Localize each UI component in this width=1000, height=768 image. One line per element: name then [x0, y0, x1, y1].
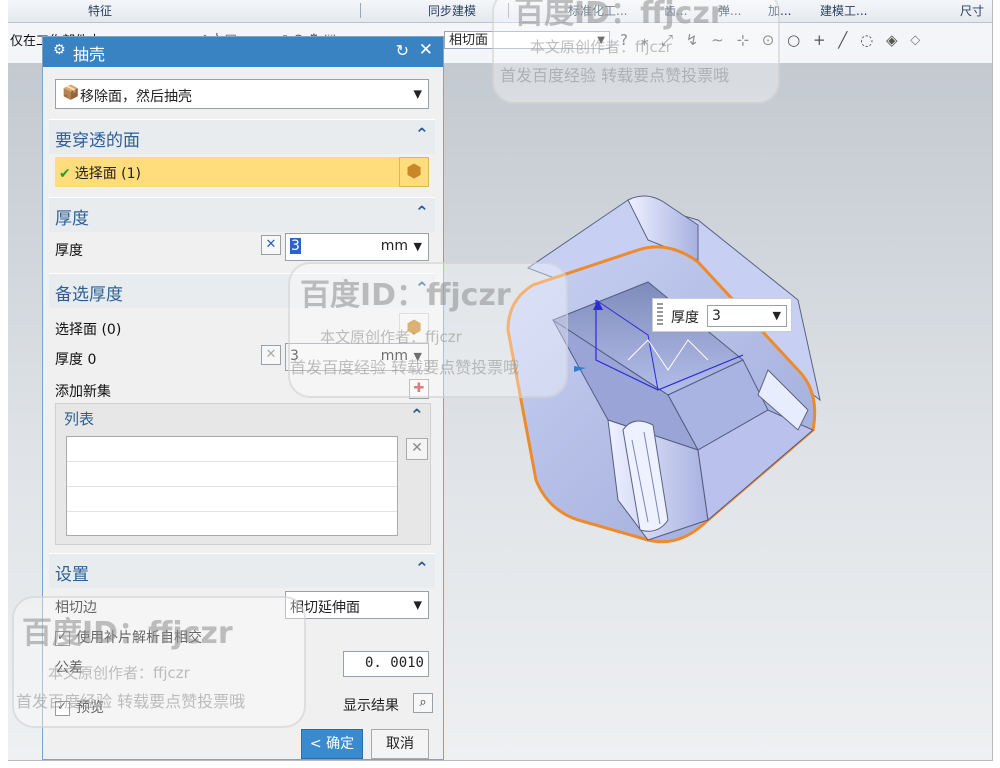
watermark-promo: 首发百度经验 转载要点赞投票哦 — [16, 692, 246, 711]
ribbon-group-dimension[interactable]: 尺寸 — [960, 2, 984, 19]
popup-thickness-label: 厚度 — [671, 310, 699, 326]
section-faces-header[interactable]: 要穿透的面 ⌃ — [49, 119, 435, 154]
chevron-down-icon: ▼ — [772, 309, 781, 322]
tolerance-value: 0. 0010 — [364, 655, 424, 671]
shell-type-icon: 📦 — [62, 85, 80, 101]
shell-type-value: 移除面，然后抽壳 — [80, 89, 192, 105]
select-face-label: 选择面 (1) — [74, 166, 142, 182]
add-new-set-label: 添加新集 — [55, 384, 111, 400]
list-panel: 列表 ⌃ ✕ — [55, 403, 431, 545]
select-face-row[interactable]: ✔ 选择面 (1) — [55, 157, 429, 187]
thickness-input[interactable]: 3 mm ▼ — [285, 233, 429, 261]
watermark-id: 百度ID：ffjczr — [514, 0, 725, 31]
dialog-title: 抽壳 — [73, 45, 106, 64]
chevron-up-icon[interactable]: ⌃ — [415, 559, 429, 579]
thickness-unit: mm — [380, 238, 408, 254]
watermark-id: 百度ID：ffjczr — [22, 616, 233, 651]
tangent-edge-combo[interactable]: 相切延伸面 ▼ — [285, 591, 429, 619]
watermark-promo: 首发百度经验 转载要点赞投票哦 — [290, 358, 520, 377]
popup-thickness-value: 3 — [712, 308, 721, 324]
watermark-author: 本文原创作者：ffjczr — [320, 328, 462, 346]
chevron-down-icon: ▼ — [413, 598, 422, 612]
application-window: 特征 同步建模 标准化工... 齿... 弹... 加... 建模工... 尺寸… — [8, 0, 993, 761]
drag-handle[interactable] — [657, 303, 663, 327]
section-settings-header[interactable]: 设置 ⌃ — [49, 553, 435, 588]
thickness-value: 3 — [290, 238, 301, 254]
ribbon-group-sync-modeling[interactable]: 同步建模 — [428, 2, 476, 19]
section-faces-title: 要穿透的面 — [55, 131, 140, 151]
ok-button[interactable]: < 确定 > — [301, 729, 363, 759]
alt-reverse-direction-icon[interactable]: ✕ — [261, 345, 281, 365]
tangent-face-combo-value: 相切面 — [449, 33, 489, 48]
section-alt-thickness-title: 备选厚度 — [55, 285, 123, 305]
cancel-button[interactable]: 取消 — [371, 729, 429, 759]
shell-type-combo[interactable]: 📦 移除面，然后抽壳 ▼ — [55, 79, 429, 109]
reset-icon[interactable]: ↻ — [396, 41, 409, 60]
alt-thickness-label: 厚度 0 — [55, 352, 97, 368]
set-listbox[interactable] — [66, 436, 398, 536]
show-result-label: 显示结果 — [343, 698, 399, 714]
watermark-id: 百度ID：ffjczr — [300, 278, 511, 313]
face-select-cube-icon[interactable]: ⬢ — [399, 157, 429, 187]
section-thickness-title: 厚度 — [55, 209, 89, 229]
section-settings-title: 设置 — [55, 565, 89, 585]
popup-thickness-input[interactable]: 3 ▼ — [707, 305, 787, 327]
section-thickness-header[interactable]: 厚度 ⌃ — [49, 197, 435, 232]
dialog-titlebar[interactable]: ⚙ 抽壳 ↻ ✕ — [43, 37, 443, 67]
chevron-up-icon[interactable]: ⌃ — [415, 125, 429, 145]
delete-icon[interactable]: ✕ — [406, 438, 428, 460]
reverse-direction-icon[interactable]: ✕ — [261, 235, 281, 255]
ribbon-group-modeling-tools[interactable]: 建模工... — [820, 2, 867, 19]
chevron-up-icon[interactable]: ⌃ — [410, 406, 424, 426]
check-icon: ✔ — [59, 166, 71, 182]
watermark-promo: 首发百度经验 转载要点赞投票哦 — [500, 66, 730, 85]
gear-icon[interactable]: ⚙ — [53, 42, 66, 58]
chevron-down-icon: ▼ — [413, 87, 422, 101]
thickness-popup: 厚度 3 ▼ — [652, 298, 792, 332]
magnifier-icon[interactable]: ⌕ — [413, 693, 433, 713]
watermark-author: 本文原创作者：ffjczr — [530, 38, 672, 56]
watermark-author: 本文原创作者：ffjczr — [48, 664, 190, 682]
ribbon-group-feature[interactable]: 特征 — [88, 2, 112, 19]
tolerance-input[interactable]: 0. 0010 — [343, 651, 429, 677]
close-icon[interactable]: ✕ — [419, 40, 433, 60]
alt-select-face-label: 选择面 (0) — [55, 322, 122, 338]
thickness-label: 厚度 — [55, 243, 83, 259]
chevron-up-icon[interactable]: ⌃ — [415, 203, 429, 223]
list-header: 列表 — [64, 410, 95, 428]
chevron-down-icon: ▼ — [413, 240, 422, 253]
